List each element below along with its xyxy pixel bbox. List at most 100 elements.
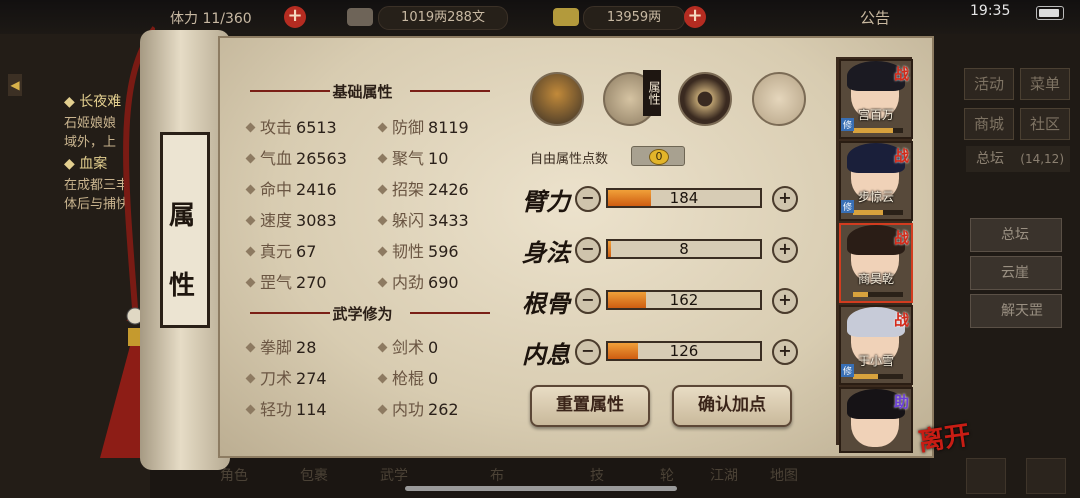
attribute-item: 剑术 0: [377, 334, 439, 358]
attribute-item: 枪棍 0: [377, 365, 439, 389]
hero-xp-fill: [853, 374, 878, 379]
attribute-value: 270: [296, 273, 327, 292]
hero-xp-fill: [853, 292, 868, 297]
attribute-item: 罡气 270: [245, 269, 327, 293]
diamond-bullet-icon: [245, 373, 256, 384]
attribute-label: 攻击: [260, 118, 293, 137]
stat-value: 162: [669, 291, 699, 309]
location-name: 总坛: [976, 151, 1004, 167]
add-stamina-button[interactable]: +: [284, 6, 306, 28]
decrease-button[interactable]: −: [575, 186, 601, 212]
attribute-label: 拳脚: [260, 338, 293, 357]
shop-button[interactable]: 商城: [964, 108, 1014, 140]
hero-role-tag: 战: [893, 65, 909, 83]
increase-button[interactable]: +: [772, 186, 798, 212]
attribute-label: 罡气: [260, 273, 293, 292]
tab-inventory[interactable]: 包裹: [300, 465, 328, 485]
top-status-bar: 体力 11/360 + 1019两288文 13959两 + 公告 19:35: [0, 0, 1080, 34]
reset-attributes-button[interactable]: 重置属性: [530, 385, 650, 427]
attribute-value: 0: [428, 369, 439, 388]
attribute-label: 聚气: [392, 149, 425, 168]
diamond-bullet-icon: [377, 215, 388, 226]
attribute-value: 26563: [296, 149, 347, 168]
hero-card[interactable]: 助: [839, 387, 913, 453]
confirm-points-button[interactable]: 确认加点: [672, 385, 792, 427]
hero-card[interactable]: 于小雪修战: [839, 305, 913, 385]
hero-xp-bar: [853, 292, 903, 297]
equipment-icon[interactable]: [530, 72, 584, 126]
location-button-jietiangang[interactable]: 解天罡: [970, 294, 1062, 328]
attribute-item: 拳脚 28: [245, 334, 317, 358]
increase-button[interactable]: +: [772, 288, 798, 314]
attribute-label: 真元: [260, 242, 293, 261]
divider: [410, 90, 490, 92]
attribute-item: 内功 262: [377, 396, 459, 420]
tab-wheel[interactable]: 轮: [660, 465, 674, 485]
attribute-value: 28: [296, 338, 317, 357]
add-gold-button[interactable]: +: [684, 6, 706, 28]
coin-icon: [347, 8, 373, 26]
scroll-title-char: 属: [168, 201, 195, 231]
notice-button[interactable]: 公告: [860, 7, 890, 28]
diamond-bullet-icon: [377, 277, 388, 288]
decrease-button[interactable]: −: [575, 237, 601, 263]
hero-card[interactable]: 步惊云修战: [839, 141, 913, 221]
menu-button[interactable]: 菜单: [1020, 68, 1070, 100]
tab-jianghu[interactable]: 江湖: [710, 465, 738, 485]
diamond-bullet-icon: [377, 184, 388, 195]
attribute-value: 114: [296, 400, 327, 419]
free-points-value: 0: [649, 149, 669, 165]
bottom-tab-bar: 角色 包裹 武学 布 技 轮 江湖 地图: [150, 455, 930, 498]
attribute-item: 躲闪 3433: [377, 207, 469, 231]
tab-layout[interactable]: 布: [490, 465, 504, 485]
attribute-value: 690: [428, 273, 459, 292]
attribute-value: 0: [428, 338, 439, 357]
attribute-label: 剑术: [392, 338, 425, 357]
stamina-value: 11/360: [202, 11, 252, 27]
stat-bar: 126: [606, 341, 762, 361]
stamina-text: 体力 11/360: [170, 8, 252, 28]
bottom-right-button[interactable]: [1026, 458, 1066, 494]
increase-button[interactable]: +: [772, 237, 798, 263]
decrease-button[interactable]: −: [575, 288, 601, 314]
bottom-right-button[interactable]: [966, 458, 1006, 494]
attribute-label: 内功: [392, 400, 425, 419]
attribute-value: 274: [296, 369, 327, 388]
location-button-zongtan[interactable]: 总坛: [970, 218, 1062, 252]
stamina-label: 体力: [170, 11, 198, 27]
tab-skill[interactable]: 技: [590, 465, 604, 485]
diamond-bullet-icon: [245, 277, 256, 288]
collapse-arrow-icon[interactable]: ◀: [8, 74, 22, 96]
divider: [410, 312, 490, 314]
diamond-bullet-icon: [245, 215, 256, 226]
attributes-tab-tag: 属性: [643, 70, 661, 116]
location-button-yunya[interactable]: 云崖: [970, 256, 1062, 290]
attribute-item: 韧性 596: [377, 238, 459, 262]
hero-card[interactable]: 宫百万修战: [839, 59, 913, 139]
community-button[interactable]: 社区: [1020, 108, 1070, 140]
tab-martial[interactable]: 武学: [380, 465, 408, 485]
diamond-bullet-icon: [377, 246, 388, 257]
stat-bar: 8: [606, 239, 762, 259]
meridian-body-icon[interactable]: [752, 72, 806, 126]
hero-xp-bar: [853, 128, 903, 133]
hero-level-badge: 修: [841, 200, 855, 213]
attribute-item: 招架 2426: [377, 176, 469, 200]
stat-name: 身法: [522, 238, 570, 267]
attribute-item: 攻击 6513: [245, 114, 337, 138]
diamond-bullet-icon: [245, 122, 256, 133]
attribute-label: 枪棍: [392, 369, 425, 388]
bagua-icon[interactable]: [678, 72, 732, 126]
attribute-item: 刀术 274: [245, 365, 327, 389]
tab-map[interactable]: 地图: [770, 465, 798, 485]
attribute-value: 6513: [296, 118, 337, 137]
leave-button[interactable]: 离开: [916, 415, 973, 459]
hero-card[interactable]: 商昊乾 战: [839, 223, 913, 303]
scroll-title-char: 性: [168, 271, 195, 301]
diamond-bullet-icon: [245, 184, 256, 195]
decrease-button[interactable]: −: [575, 339, 601, 365]
attribute-value: 67: [296, 242, 317, 261]
activity-button[interactable]: 活动: [964, 68, 1014, 100]
increase-button[interactable]: +: [772, 339, 798, 365]
attribute-label: 命中: [260, 180, 293, 199]
